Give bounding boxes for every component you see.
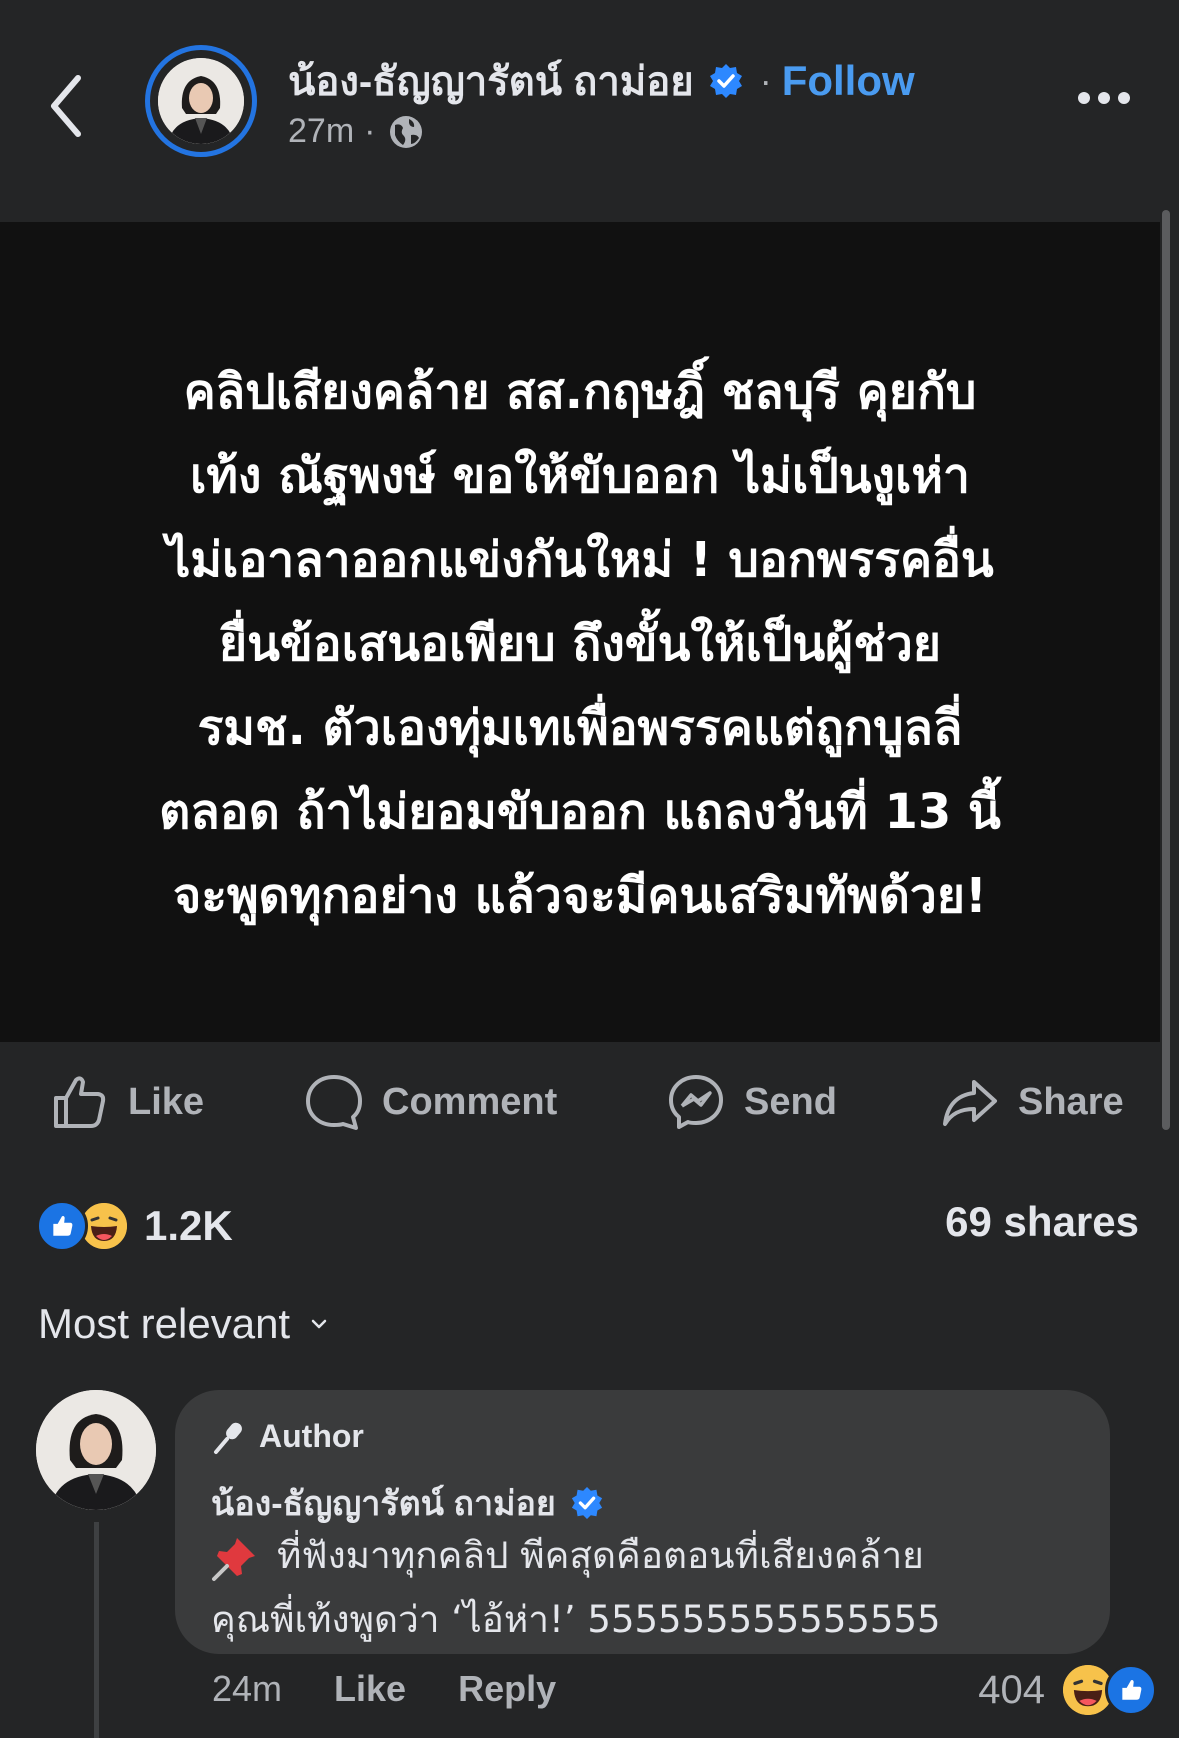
verified-badge-icon: [709, 64, 742, 98]
separator: ·: [759, 60, 772, 101]
reaction-summary[interactable]: 1.2K: [36, 1198, 233, 1254]
comment-line-2: คุณพี่เท้งพูดว่า ‘ไอ้ห่า!’ 5555555555555…: [211, 1598, 941, 1641]
post-header: น้อง-ธัญญารัตน์ ถาม่อย · Follow 27m ·: [0, 0, 1179, 200]
more-dot-icon: [1098, 92, 1110, 104]
globe-icon: [390, 115, 423, 148]
more-dot-icon: [1078, 92, 1090, 104]
post-action-bar: Like Comment Send Share: [0, 1070, 1160, 1134]
page-avatar[interactable]: [145, 45, 257, 157]
comment-reaction-count: 404: [978, 1667, 1045, 1712]
comment-meta: 24m Like Reply: [212, 1668, 556, 1710]
like-icon: [36, 1200, 88, 1252]
image-text-line: ตลอด ถ้าไม่ยอมขับออก แถลงวันที่ 13 นี้: [159, 784, 1001, 840]
post-image[interactable]: คลิปเสียงคล้าย สส.กฤษฎิ์ ชลบุรี คุยกับ เ…: [0, 222, 1160, 1042]
image-text-line: จะพูดทุกอย่าง แล้วจะมีคนเสริมทัพด้วย!: [173, 868, 987, 924]
thumbs-up-icon: [54, 1076, 106, 1128]
post-image-text: คลิปเสียงคล้าย สส.กฤษฎิ์ ชลบุรี คุยกับ เ…: [70, 350, 1090, 938]
like-button[interactable]: Like: [50, 1070, 204, 1134]
commenter-name[interactable]: น้อง-ธัญญารัตน์ ถาม่อย: [211, 1476, 556, 1530]
comment-like-button[interactable]: Like: [334, 1668, 406, 1710]
follow-button[interactable]: Follow: [782, 57, 915, 105]
comment-time[interactable]: 24m: [212, 1668, 282, 1710]
more-dot-icon: [1118, 92, 1130, 104]
comment-bubble[interactable]: Author น้อง-ธัญญารัตน์ ถาม่อย ที่ฟังมาทุ…: [175, 1390, 1110, 1654]
comment-reactions[interactable]: 404: [978, 1664, 1157, 1716]
meta-separator: ·: [364, 112, 376, 150]
thread-line: [94, 1522, 99, 1738]
post-time[interactable]: 27m: [288, 112, 354, 151]
sort-label: Most relevant: [38, 1300, 291, 1347]
commenter-avatar[interactable]: [36, 1390, 156, 1510]
share-label: Share: [1018, 1080, 1124, 1123]
share-button[interactable]: Share: [940, 1070, 1124, 1134]
more-options-button[interactable]: [1078, 92, 1130, 104]
messenger-icon: [669, 1075, 723, 1129]
verified-badge-icon: [571, 1486, 602, 1520]
back-button[interactable]: [40, 66, 100, 146]
image-text-line: ยื่นข้อเสนอเพียบ ถึงขั้นให้เป็นผู้ช่วย: [219, 616, 941, 672]
avatar-photo: [158, 58, 244, 144]
author-badge-label: Author: [259, 1418, 364, 1454]
author-badge: Author: [211, 1418, 364, 1455]
like-label: Like: [128, 1080, 205, 1123]
send-label: Send: [744, 1080, 837, 1123]
image-text-line: ไม่เอาลาออกแข่งกันใหม่ ! บอกพรรคอื่น: [166, 532, 994, 588]
page-name[interactable]: น้อง-ธัญญารัตน์ ถาม่อย: [288, 49, 694, 113]
pushpin-icon: [212, 1537, 255, 1581]
image-text-line: คลิปเสียงคล้าย สส.กฤษฎิ์ ชลบุรี คุยกับ: [183, 364, 977, 420]
shares-count[interactable]: 69 shares: [945, 1198, 1139, 1246]
comment-reply-button[interactable]: Reply: [458, 1668, 556, 1710]
comment-button[interactable]: Comment: [304, 1070, 557, 1134]
chevron-down-icon: [311, 1319, 327, 1329]
microphone-icon: [214, 1422, 242, 1454]
image-text-line: เท้ง ณัฐพงษ์ ขอให้ขับออก ไม่เป็นงูเห่า: [190, 448, 970, 504]
chevron-left-icon: [51, 75, 81, 137]
send-button[interactable]: Send: [666, 1070, 837, 1134]
comment-bubble-icon: [306, 1075, 362, 1130]
comment-label: Comment: [382, 1080, 558, 1123]
like-icon: [1105, 1664, 1157, 1716]
scrollbar[interactable]: [1162, 210, 1170, 1130]
comment-text: ที่ฟังมาทุกคลิป พีคสุดคือตอนที่เสียงคล้า…: [211, 1524, 1091, 1652]
image-text-line: รมช. ตัวเองทุ่มเทเพื่อพรรคแต่ถูกบูลลี่: [197, 700, 963, 756]
comment-line-1: ที่ฟังมาทุกคลิป พีคสุดคือตอนที่เสียงคล้า…: [277, 1534, 924, 1577]
comment-sort-dropdown[interactable]: Most relevant: [38, 1300, 330, 1348]
reaction-count: 1.2K: [144, 1202, 233, 1249]
share-arrow-icon: [943, 1080, 997, 1126]
